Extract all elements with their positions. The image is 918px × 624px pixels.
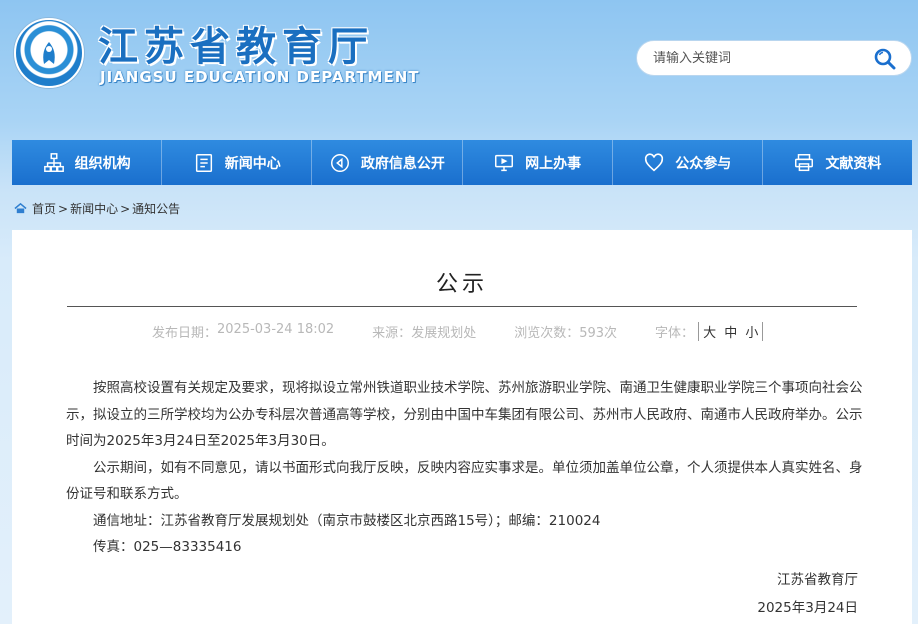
search-input[interactable]: [653, 50, 863, 66]
article-paragraph: 按照高校设置有关规定及要求，现将拟设立常州铁道职业技术学院、苏州旅游职业学院、南…: [66, 380, 863, 449]
meta-date-label: 发布日期：: [152, 326, 218, 341]
nav-item-public-participation[interactable]: 公众参与: [613, 140, 763, 185]
breadcrumb: 首页 > 新闻中心 > 通知公告: [14, 200, 180, 217]
font-size-selector: 大 中 小: [698, 322, 764, 341]
nav-item-org[interactable]: 组织机构: [12, 140, 163, 185]
logo-emblem-icon: [43, 42, 55, 64]
meta-views-value: 593次: [579, 326, 618, 341]
nav-item-label: 文献资料: [825, 155, 882, 172]
breadcrumb-separator: >: [58, 201, 69, 216]
org-chart-icon: [43, 152, 64, 172]
font-small-button[interactable]: 小: [745, 326, 758, 341]
main-nav: 组织机构 新闻中心 政府信息公开 网上办事 公众参与 文献资料: [12, 140, 912, 185]
meta-views-label: 浏览次数：: [514, 326, 580, 341]
article-container: 公示 发布日期： 2025-03-24 18:02 来源： 发展规划处 浏览次数…: [12, 230, 912, 624]
nav-item-gov-info[interactable]: 政府信息公开: [312, 140, 463, 185]
article-paragraph: 传真：025—83335416: [93, 539, 242, 555]
article-paragraph: 公示期间，如有不同意见，请以书面形式向我厅反映，反映内容应实事求是。单位须加盖单…: [66, 459, 863, 503]
site-header: 江苏省教育厅 JIANGSU EDUCATION DEPARTMENT: [0, 0, 918, 140]
heart-icon: [645, 152, 664, 171]
document-icon: [195, 153, 212, 172]
nav-item-label: 组织机构: [74, 155, 131, 172]
breadcrumb-current[interactable]: 通知公告: [132, 200, 180, 217]
title-divider: [67, 306, 857, 307]
nav-item-news[interactable]: 新闻中心: [162, 140, 313, 185]
font-large-button[interactable]: 大: [703, 326, 716, 341]
article-title: 公示: [435, 272, 488, 297]
play-circle-icon: [330, 153, 349, 172]
nav-item-label: 公众参与: [675, 155, 732, 172]
article-sign-date: 2025年3月24日: [757, 600, 858, 616]
font-medium-button[interactable]: 中: [724, 326, 737, 341]
home-icon: [14, 202, 27, 214]
site-subtitle: JIANGSU EDUCATION DEPARTMENT: [100, 68, 420, 86]
meta-source-value: 发展规划处: [411, 326, 477, 341]
nav-item-online-service[interactable]: 网上办事: [463, 140, 613, 185]
meta-date-value: 2025-03-24 18:02: [217, 322, 335, 337]
site-title: 江苏省教育厅: [98, 24, 374, 70]
article-paragraph: 通信地址：江苏省教育厅发展规划处（南京市鼓楼区北京西路15号）；邮编：21002…: [93, 512, 601, 529]
monitor-icon: [495, 154, 514, 171]
site-logo[interactable]: [14, 18, 84, 88]
breadcrumb-news[interactable]: 新闻中心: [70, 200, 118, 217]
meta-font-label: 字体：: [655, 326, 695, 341]
search-icon[interactable]: [873, 47, 897, 71]
article-body: 按照高校设置有关规定及要求，现将拟设立常州铁道职业技术学院、苏州旅游职业学院、南…: [66, 375, 866, 561]
nav-item-documents[interactable]: 文献资料: [763, 140, 912, 185]
nav-item-label: 政府信息公开: [360, 155, 445, 172]
search-box: [636, 40, 912, 76]
nav-item-label: 网上办事: [525, 155, 582, 172]
breadcrumb-home[interactable]: 首页: [32, 200, 56, 217]
printer-icon: [795, 153, 814, 171]
breadcrumb-separator: >: [120, 201, 131, 216]
article-meta: 发布日期： 2025-03-24 18:02 来源： 发展规划处 浏览次数： 5…: [152, 322, 764, 341]
nav-item-label: 新闻中心: [224, 155, 281, 172]
article-signature: 江苏省教育厅: [777, 572, 858, 588]
meta-source-label: 来源：: [372, 326, 412, 341]
